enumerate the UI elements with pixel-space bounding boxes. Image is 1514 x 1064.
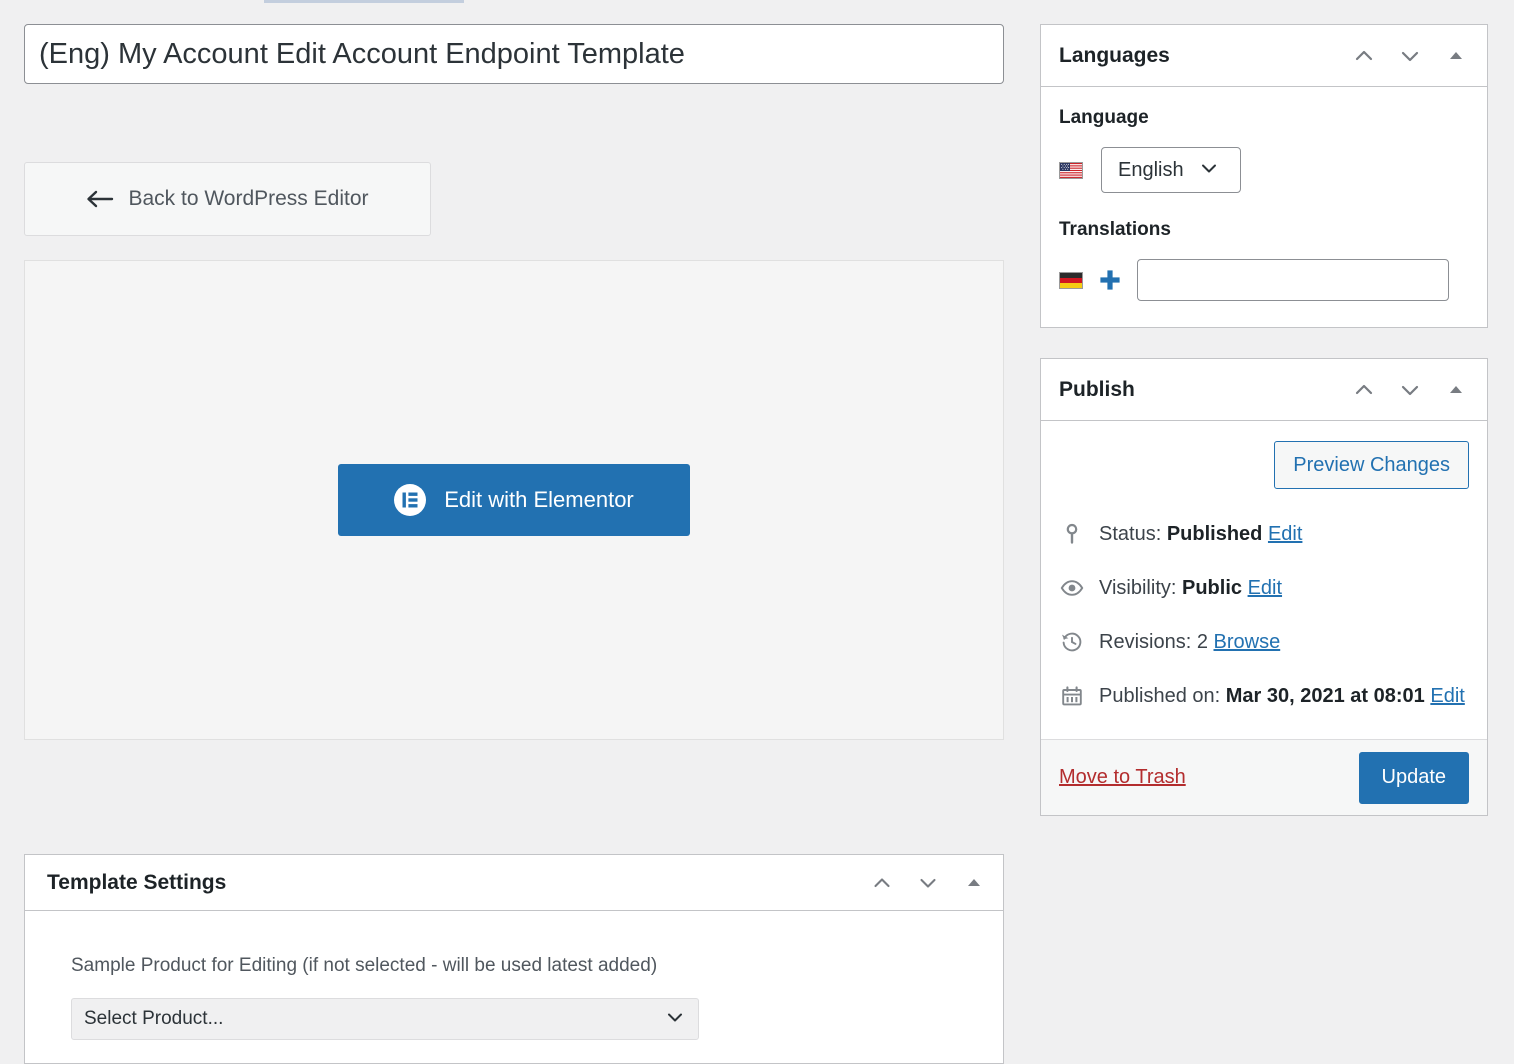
sample-product-select-value: Select Product... <box>84 1008 224 1030</box>
arrow-left-icon <box>86 189 114 209</box>
preview-changes-button[interactable]: Preview Changes <box>1274 441 1469 489</box>
status-row-text: Status: Published Edit <box>1099 523 1302 546</box>
publish-header: Publish <box>1041 359 1487 421</box>
triangle-up-icon[interactable] <box>961 870 987 896</box>
visibility-prefix: Visibility: <box>1099 576 1182 599</box>
revisions-prefix: Revisions: <box>1099 630 1197 653</box>
chevron-down-icon[interactable] <box>1397 377 1423 403</box>
preview-changes-row: Preview Changes <box>1059 441 1469 489</box>
translation-title-input[interactable] <box>1137 259 1449 301</box>
sample-product-field-label: Sample Product for Editing (if not selec… <box>71 955 658 976</box>
edit-with-elementor-label: Edit with Elementor <box>444 487 634 512</box>
language-selector-row: English <box>1059 147 1469 193</box>
update-button[interactable]: Update <box>1358 751 1469 804</box>
flag-us-icon <box>1059 161 1083 179</box>
language-label: Language <box>1059 107 1149 128</box>
browse-revisions-link[interactable]: Browse <box>1214 631 1281 653</box>
preview-changes-label: Preview Changes <box>1293 453 1450 476</box>
languages-header-actions <box>1351 43 1469 69</box>
cut-off-link-underline <box>264 0 464 3</box>
sample-product-select[interactable]: Select Product... <box>71 998 699 1041</box>
publish-row-published-on: Published on: Mar 30, 2021 at 08:01 Edit <box>1059 669 1469 723</box>
published-on-value: Mar 30, 2021 at 08:01 <box>1225 684 1425 707</box>
revisions-clock-icon <box>1059 630 1085 654</box>
status-prefix: Status: <box>1099 522 1167 545</box>
chevron-up-icon[interactable] <box>869 870 895 896</box>
published-on-prefix: Published on: <box>1099 684 1226 707</box>
triangle-up-icon[interactable] <box>1443 43 1469 69</box>
chevron-down-icon <box>1198 157 1220 184</box>
language-select-value: English <box>1118 158 1184 181</box>
back-to-wordpress-editor-button[interactable]: Back to WordPress Editor <box>24 162 431 236</box>
publish-metabox: Publish Preview Changes Status: Publishe… <box>1040 358 1488 816</box>
publish-row-visibility: Visibility: Public Edit <box>1059 561 1469 615</box>
edit-published-date-link[interactable]: Edit <box>1430 685 1464 707</box>
translation-row <box>1059 259 1469 301</box>
publish-body: Preview Changes Status: Published Edit V… <box>1041 421 1487 739</box>
revisions-row-text: Revisions: 2 Browse <box>1099 631 1280 654</box>
calendar-icon <box>1059 684 1085 708</box>
edit-status-link[interactable]: Edit <box>1268 523 1302 545</box>
editor-sidebar: Languages Language English Translations … <box>1040 24 1488 846</box>
visibility-eye-icon <box>1059 576 1085 600</box>
chevron-up-icon[interactable] <box>1351 43 1377 69</box>
status-value: Published <box>1166 522 1263 545</box>
translations-label: Translations <box>1059 219 1171 240</box>
languages-metabox: Languages Language English Translations <box>1040 24 1488 328</box>
chevron-up-icon[interactable] <box>1351 377 1377 403</box>
language-select[interactable]: English <box>1101 147 1241 193</box>
publish-footer: Move to Trash Update <box>1041 739 1487 815</box>
languages-body: Language English Translations <box>1041 87 1487 327</box>
editor-main-column <box>24 24 1004 84</box>
triangle-up-icon[interactable] <box>1443 377 1469 403</box>
update-button-label: Update <box>1381 766 1447 788</box>
post-title-input[interactable] <box>24 24 1004 84</box>
published-on-row-text: Published on: Mar 30, 2021 at 08:01 Edit <box>1099 685 1465 708</box>
template-settings-body: Sample Product for Editing (if not selec… <box>25 911 1003 1041</box>
revisions-value: 2 <box>1196 630 1208 653</box>
move-to-trash-link[interactable]: Move to Trash <box>1059 766 1186 789</box>
template-settings-header: Template Settings <box>25 855 1003 911</box>
elementor-editor-panel: Edit with Elementor <box>24 260 1004 740</box>
publish-title: Publish <box>1059 377 1135 401</box>
languages-header: Languages <box>1041 25 1487 87</box>
template-settings-metabox: Template Settings Sample Product for Edi… <box>24 854 1004 1064</box>
chevron-down-icon[interactable] <box>915 870 941 896</box>
add-translation-plus-icon[interactable] <box>1097 267 1123 293</box>
elementor-logo-icon <box>394 484 427 516</box>
languages-title: Languages <box>1059 43 1170 67</box>
publish-header-actions <box>1351 377 1469 403</box>
visibility-value: Public <box>1182 576 1243 599</box>
edit-with-elementor-button[interactable]: Edit with Elementor <box>338 464 690 536</box>
back-to-wordpress-editor-label: Back to WordPress Editor <box>128 187 369 210</box>
flag-de-icon <box>1059 271 1083 289</box>
publish-row-revisions: Revisions: 2 Browse <box>1059 615 1469 669</box>
post-status-pin-icon <box>1059 522 1085 546</box>
edit-visibility-link[interactable]: Edit <box>1248 577 1282 599</box>
chevron-down-icon[interactable] <box>1397 43 1423 69</box>
visibility-row-text: Visibility: Public Edit <box>1099 577 1282 600</box>
template-settings-title: Template Settings <box>47 870 227 894</box>
template-settings-header-actions <box>869 870 987 896</box>
chevron-down-icon <box>664 1006 686 1033</box>
publish-row-status: Status: Published Edit <box>1059 507 1469 561</box>
